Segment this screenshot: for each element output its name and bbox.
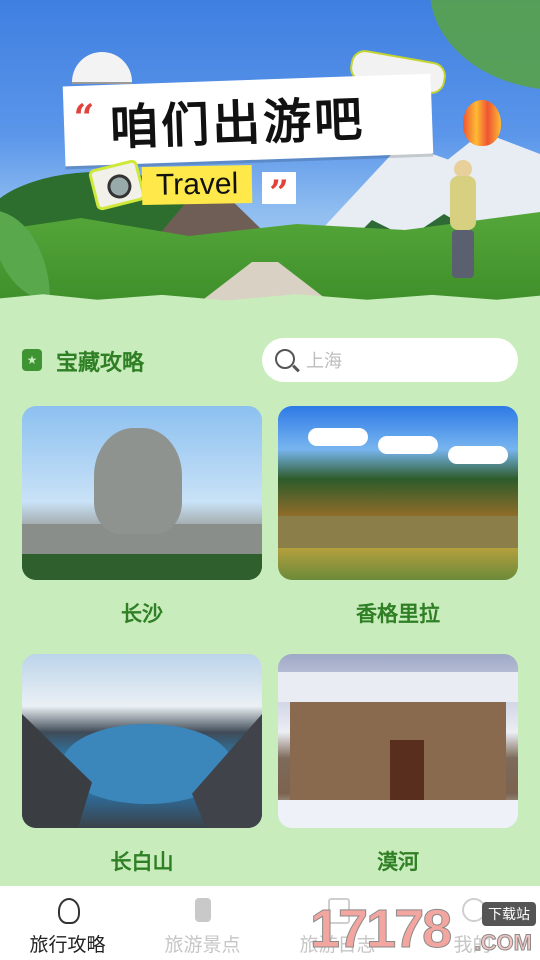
site-watermark: 17178 下载站 .COM (309, 896, 536, 960)
destination-card-shangrila[interactable]: 香格里拉 (278, 406, 518, 646)
banner-title: 咱们出游吧 (109, 91, 367, 157)
destination-name: 长白山 (110, 850, 174, 874)
search-input[interactable]: 上海 (262, 338, 518, 382)
hot-air-balloon-icon (463, 100, 501, 146)
lightbulb-icon (58, 898, 80, 924)
tab-label: 旅行攻略 (29, 934, 106, 956)
destination-photo (278, 654, 518, 828)
destination-name: 香格里拉 (356, 602, 440, 626)
destination-photo (22, 654, 262, 828)
parachute-icon (72, 52, 132, 84)
watermark-download-badge: 下载站 (482, 902, 536, 926)
hero-banner: “ 咱们出游吧 Travel ” (0, 0, 540, 302)
tab-label: 旅游景点 (164, 934, 241, 956)
banner-subtitle: Travel (141, 165, 253, 205)
tab-travel-guide[interactable]: 旅行攻略 (0, 886, 135, 960)
destination-name: 漠河 (377, 850, 419, 874)
watermark-number: 17178 (309, 899, 452, 960)
luggage-icon (195, 898, 211, 922)
section-title: 宝藏攻略 (56, 351, 145, 376)
destination-card-changsha[interactable]: 长沙 (22, 406, 262, 646)
destination-name: 长沙 (121, 602, 163, 626)
quote-open-icon: “ (66, 96, 102, 139)
search-icon (275, 349, 295, 369)
tab-attractions[interactable]: 旅游景点 (135, 886, 270, 960)
search-placeholder: 上海 (306, 351, 342, 372)
bookmark-star-icon: ★ (22, 349, 42, 371)
palm-leaf-decoration (430, 0, 540, 90)
hiker-figure (440, 160, 484, 280)
destination-photo (278, 406, 518, 580)
quote-close-icon: ” (262, 172, 296, 213)
destination-card-mohe[interactable]: 漠河 (278, 654, 518, 894)
destination-photo (22, 406, 262, 580)
destination-card-changbaishan[interactable]: 长白山 (22, 654, 262, 894)
watermark-domain: .COM (474, 930, 532, 956)
